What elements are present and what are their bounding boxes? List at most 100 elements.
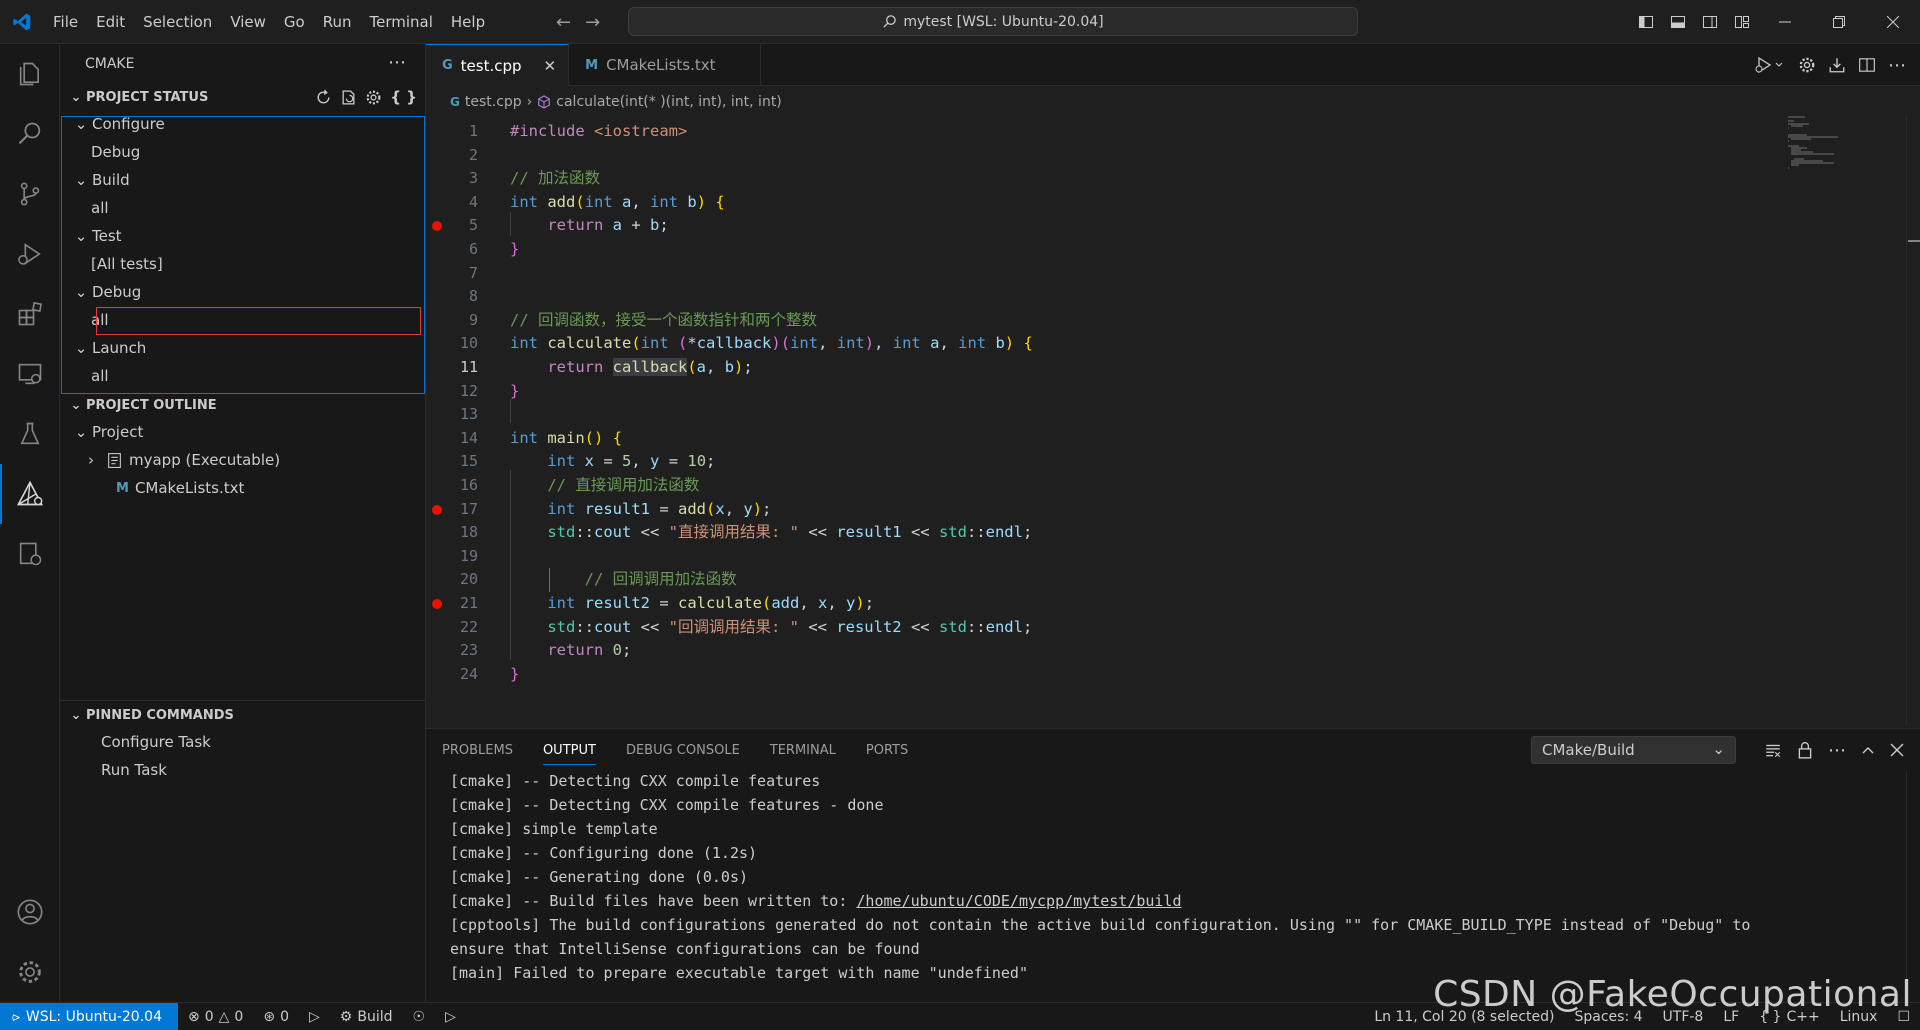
tab-cmakelists[interactable]: M CMakeLists.txt [569,44,761,86]
outline-project[interactable]: ⌄ Project [60,418,425,446]
outline-executable[interactable]: › myapp (Executable) [60,446,425,474]
breadcrumb-symbol[interactable]: calculate(int(* )(int, int), int, int) [556,94,782,110]
clear-output-icon[interactable] [1764,741,1782,759]
refresh-icon[interactable] [315,89,332,106]
menu-edit[interactable]: Edit [87,0,134,44]
outline-cmakelists[interactable]: M CMakeLists.txt [60,474,425,502]
explorer-icon[interactable] [0,44,60,104]
cmake-icon[interactable] [0,464,60,524]
tab-ports[interactable]: PORTS [866,743,908,758]
run-debug-dropdown-icon[interactable] [1754,56,1786,74]
run-status[interactable]: ▷ [435,1003,466,1030]
status-test[interactable]: ⌄ Test [60,222,425,250]
close-panel-icon[interactable] [1890,743,1904,757]
status-build-value[interactable]: all [60,194,425,222]
code-line[interactable]: 19 [426,544,1726,568]
extensions-icon[interactable] [0,284,60,344]
testing-flask-icon[interactable] [0,404,60,464]
pinned-commands-header[interactable]: ⌄ PINNED COMMANDS [60,702,426,728]
tab-problems[interactable]: PROBLEMS [442,743,513,758]
run-debug-icon[interactable] [0,224,60,284]
code-line[interactable]: 14 int main() { [426,426,1726,450]
tab-test-cpp[interactable]: G test.cpp ✕ [426,44,570,86]
code-line[interactable]: 22 std::cout << "回调调用结果: " << result2 <<… [426,615,1726,639]
pinned-run-task[interactable]: Run Task [60,756,426,784]
code-line[interactable]: 6} [426,237,1726,261]
minimize-icon[interactable] [1758,0,1812,44]
more-panel-actions-icon[interactable]: ⋯ [1828,740,1846,761]
code-line[interactable]: 9 // 回调函数，接受一个函数指针和两个整数 [426,308,1726,332]
menu-help[interactable]: Help [442,0,494,44]
delete-cache-icon[interactable] [340,89,357,106]
more-editor-actions-icon[interactable]: ⋯ [1888,55,1906,76]
split-editor-icon[interactable] [1858,56,1876,74]
menu-go[interactable]: Go [275,0,314,44]
code-line[interactable]: 17 int result1 = add(x, y); [426,497,1726,521]
status-debug[interactable]: ⌄ Debug [60,278,425,306]
toggle-panel-icon[interactable] [1662,0,1694,44]
open-settings-json-icon[interactable]: { } [390,88,417,106]
menu-terminal[interactable]: Terminal [361,0,442,44]
search-sidebar-icon[interactable] [0,104,60,164]
toggle-secondary-sidebar-icon[interactable] [1694,0,1726,44]
build-path-link[interactable]: /home/ubuntu/CODE/mycpp/mytest/build [856,892,1181,910]
launch-debug-status[interactable]: ▷ [299,1003,330,1030]
status-build[interactable]: ⌄ Build [60,166,425,194]
code-editor[interactable]: 1 #include <iostream> 2 3// 加法函数 4 int add(in… [426,116,1920,726]
download-build-icon[interactable] [1828,56,1846,74]
code-line[interactable]: 15 int x = 5, y = 10; [426,449,1726,473]
code-line[interactable]: 4 int add(int a, int b) { [426,190,1726,214]
menu-view[interactable]: View [221,0,275,44]
remote-indicator[interactable]: ⪧ WSL: Ubuntu-20.04 [0,1002,178,1030]
code-line[interactable]: 7 [426,261,1726,285]
code-line[interactable]: 5 return a + b; [426,213,1726,237]
code-line[interactable]: 16 // 直接调用加法函数 [426,473,1726,497]
status-configure-value[interactable]: Debug [60,138,425,166]
editor-scrollbar[interactable] [1906,116,1920,726]
code-line[interactable]: 2 [426,143,1726,167]
status-configure[interactable]: ⌄ Configure [60,110,425,138]
problems-status[interactable]: ⊗ 0 △ 0 [178,1003,253,1030]
code-line[interactable]: 3 // 加法函数 [426,166,1726,190]
editor-gear-icon[interactable] [1798,56,1816,74]
pinned-configure-task[interactable]: Configure Task [60,728,426,756]
tab-terminal[interactable]: TERMINAL [770,743,836,758]
breadcrumb-file[interactable]: test.cpp [465,94,522,110]
customize-layout-icon[interactable] [1726,0,1758,44]
menu-selection[interactable]: Selection [134,0,221,44]
project-status-header[interactable]: ⌄ PROJECT STATUS { } [60,84,425,110]
remote-explorer-icon[interactable] [0,344,60,404]
remote-tunnel-icon[interactable] [0,524,60,584]
tab-debug-console[interactable]: DEBUG CONSOLE [626,743,740,758]
lock-scroll-icon[interactable] [1796,741,1814,759]
source-control-icon[interactable] [0,164,60,224]
status-launch[interactable]: ⌄ Launch [60,334,425,362]
code-line[interactable]: 11 return callback(a, b); [426,355,1726,379]
breakpoint-icon[interactable] [432,599,442,609]
breakpoint-icon[interactable] [432,504,442,515]
code-line[interactable]: 13 [426,402,1726,426]
debug-status[interactable]: ☉ [403,1003,436,1030]
maximize-panel-icon[interactable] [1860,742,1876,758]
ports-status[interactable]: ⊛ 0 [253,1003,299,1030]
command-center[interactable]: mytest [WSL: Ubuntu-20.04] [628,7,1358,36]
settings-gear-icon[interactable] [365,89,382,106]
restore-icon[interactable] [1812,0,1866,44]
code-line[interactable]: 24} [426,662,1726,686]
status-launch-value[interactable]: all [60,362,425,390]
close-tab-icon[interactable]: ✕ [544,57,557,75]
code-line[interactable]: 10 int calculate(int (*callback)(int, int… [426,331,1726,355]
output-channel-select[interactable]: CMake/Build ⌄ [1531,736,1736,764]
close-window-icon[interactable] [1866,0,1920,44]
tab-output[interactable]: OUTPUT [542,743,596,765]
code-line[interactable]: 1 #include <iostream> [426,119,1726,143]
output-scrollbar[interactable] [1906,771,1920,1003]
accounts-icon[interactable] [0,882,60,942]
code-line[interactable]: 18 std::cout << "直接调用结果: " << result1 <<… [426,520,1726,544]
project-outline-header[interactable]: ⌄ PROJECT OUTLINE [60,392,425,418]
code-line[interactable]: 8 [426,284,1726,308]
forward-arrow-icon[interactable]: → [585,12,600,33]
menu-run[interactable]: Run [314,0,361,44]
code-line[interactable]: 21 int result2 = calculate(add, x, y); [426,591,1726,615]
code-line[interactable]: 20 // 回调调用加法函数 [426,567,1726,591]
